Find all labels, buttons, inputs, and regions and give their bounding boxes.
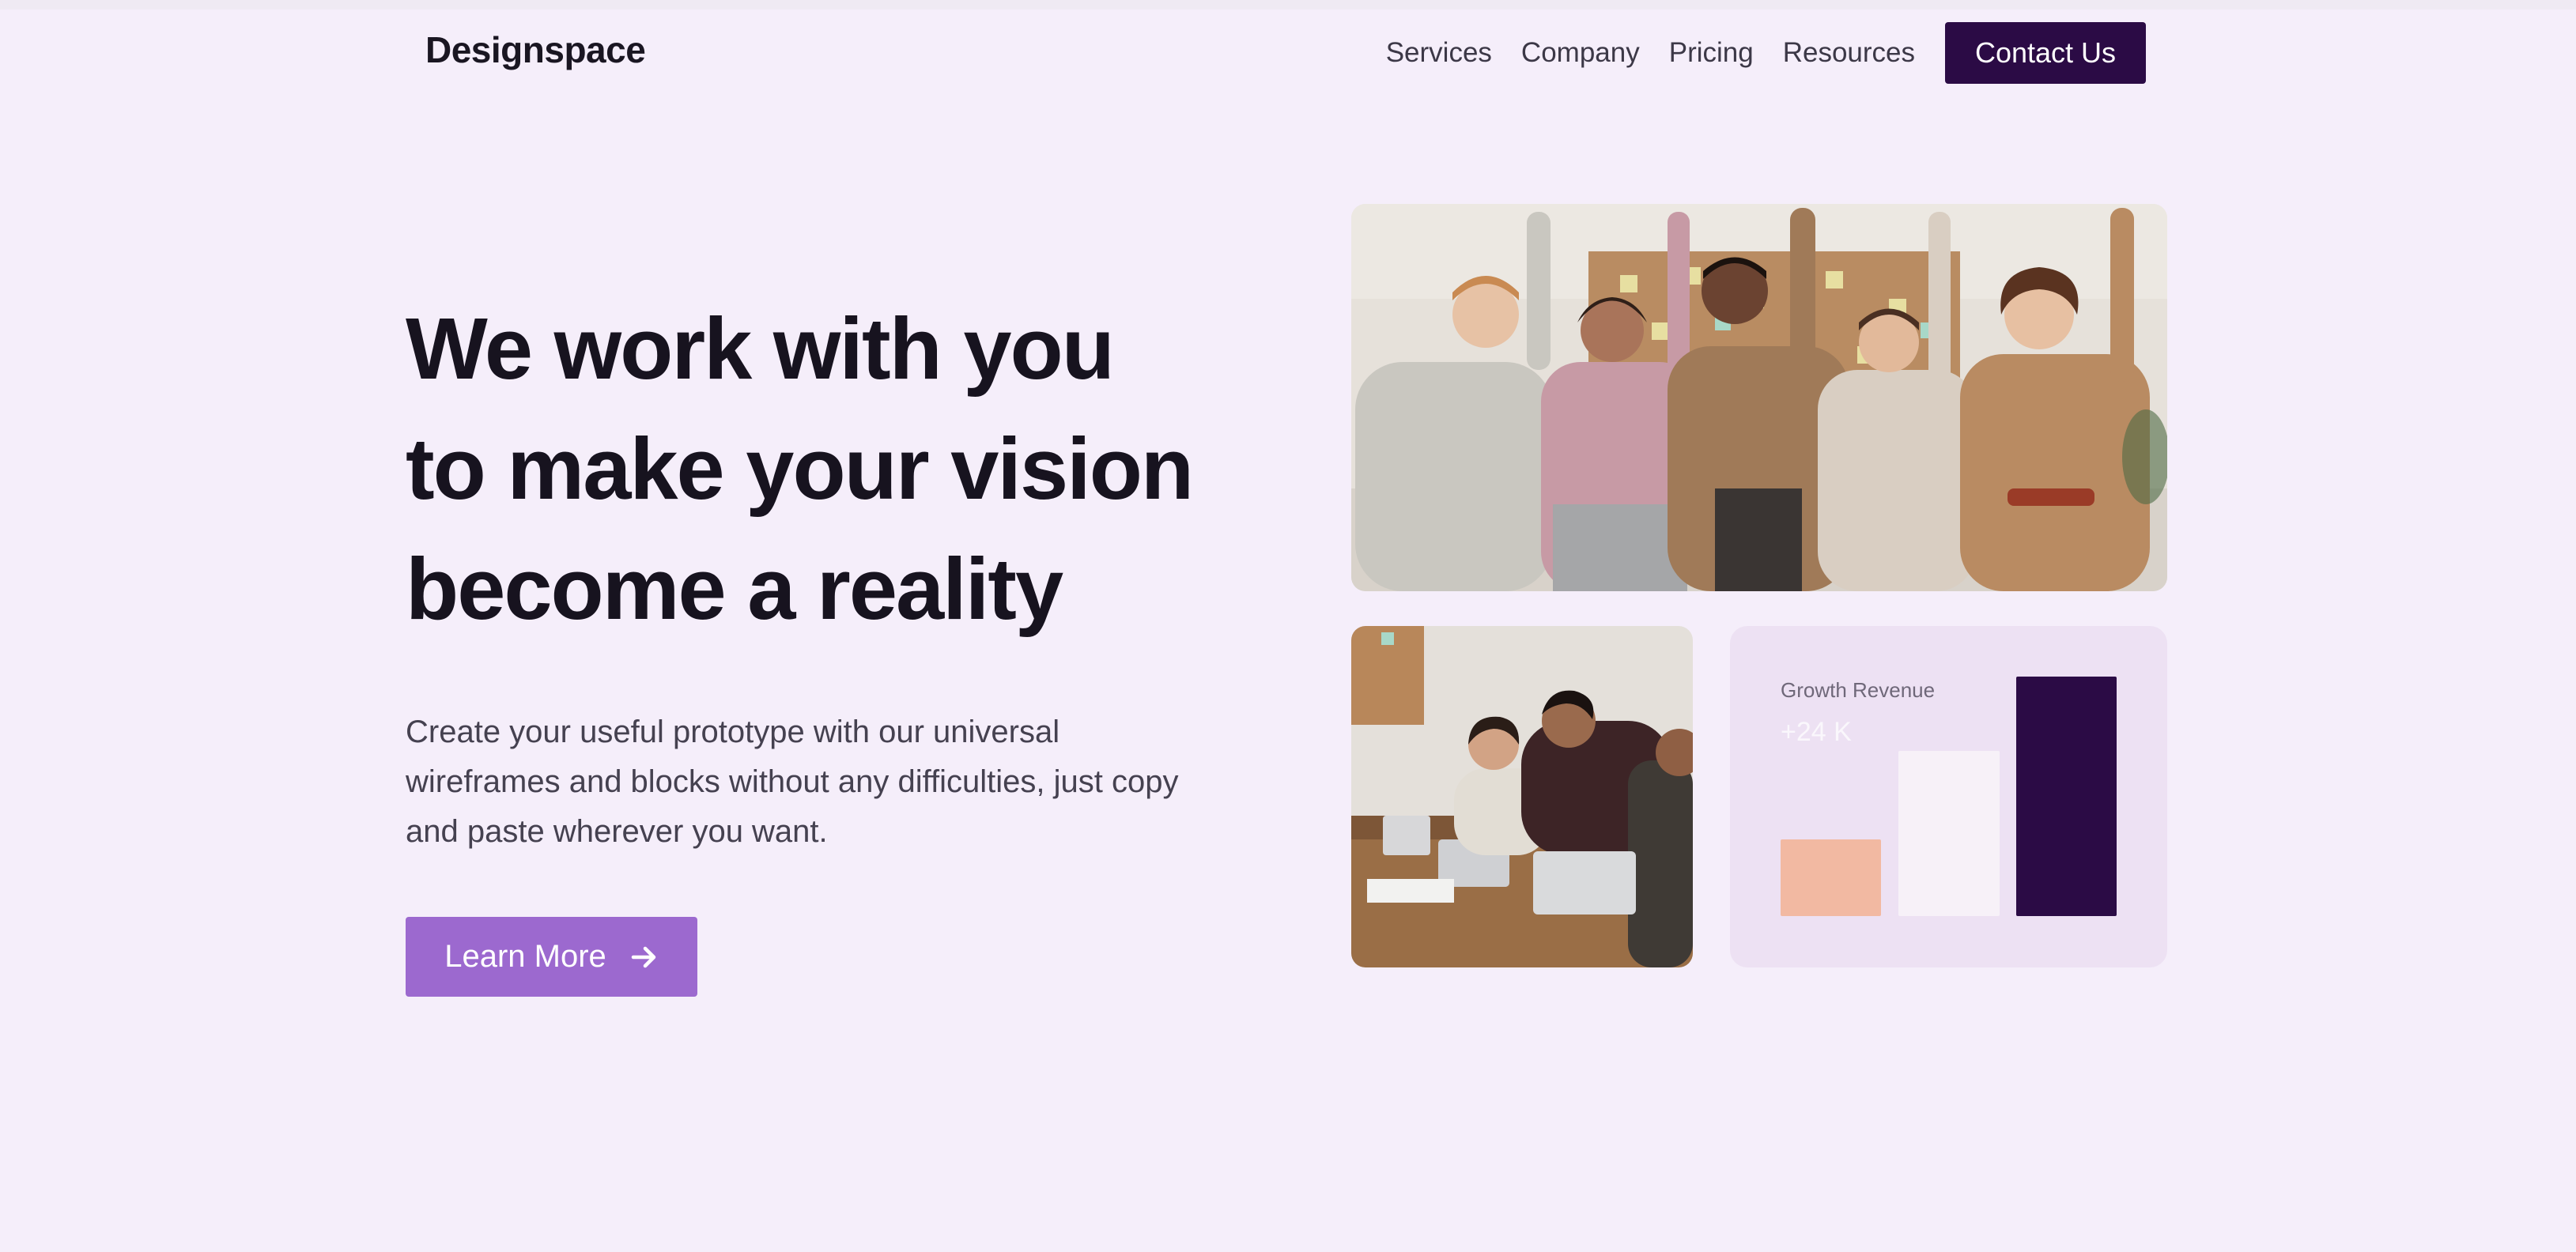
nav-link-resources[interactable]: Resources <box>1783 37 1915 69</box>
revenue-bar <box>1898 751 2000 916</box>
hero-headline: We work with you to make your vision bec… <box>406 289 1244 650</box>
team-celebration-photo <box>1351 204 2167 591</box>
contact-us-button[interactable]: Contact Us <box>1945 22 2146 84</box>
main-nav: Services Company Pricing Resources Conta… <box>1386 22 2146 84</box>
growth-revenue-value: +24 K <box>1781 717 1852 747</box>
hero-subtext: Create your useful prototype with our un… <box>406 707 1220 857</box>
nav-link-pricing[interactable]: Pricing <box>1669 37 1754 69</box>
top-divider <box>0 0 2576 9</box>
subtext-line: wireframes and blocks without any diffic… <box>406 764 1179 799</box>
learn-more-button[interactable]: Learn More <box>406 917 697 997</box>
revenue-bar <box>2016 677 2117 916</box>
revenue-bar <box>1781 839 1881 916</box>
headline-line: become a reality <box>406 541 1063 638</box>
learn-more-label: Learn More <box>444 939 606 974</box>
arrow-right-icon <box>630 943 659 971</box>
growth-revenue-card: Growth Revenue +24 K <box>1730 626 2167 967</box>
subtext-line: Create your useful prototype with our un… <box>406 715 1060 749</box>
growth-revenue-title: Growth Revenue <box>1781 678 1936 702</box>
brand-logo[interactable]: Designspace <box>425 28 646 71</box>
nav-link-services[interactable]: Services <box>1386 37 1492 69</box>
nav-link-company[interactable]: Company <box>1521 37 1640 69</box>
office-meeting-photo <box>1351 626 1693 967</box>
headline-line: to make your vision <box>406 420 1194 518</box>
headline-line: We work with you <box>406 300 1115 398</box>
subtext-line: and paste wherever you want. <box>406 814 828 849</box>
